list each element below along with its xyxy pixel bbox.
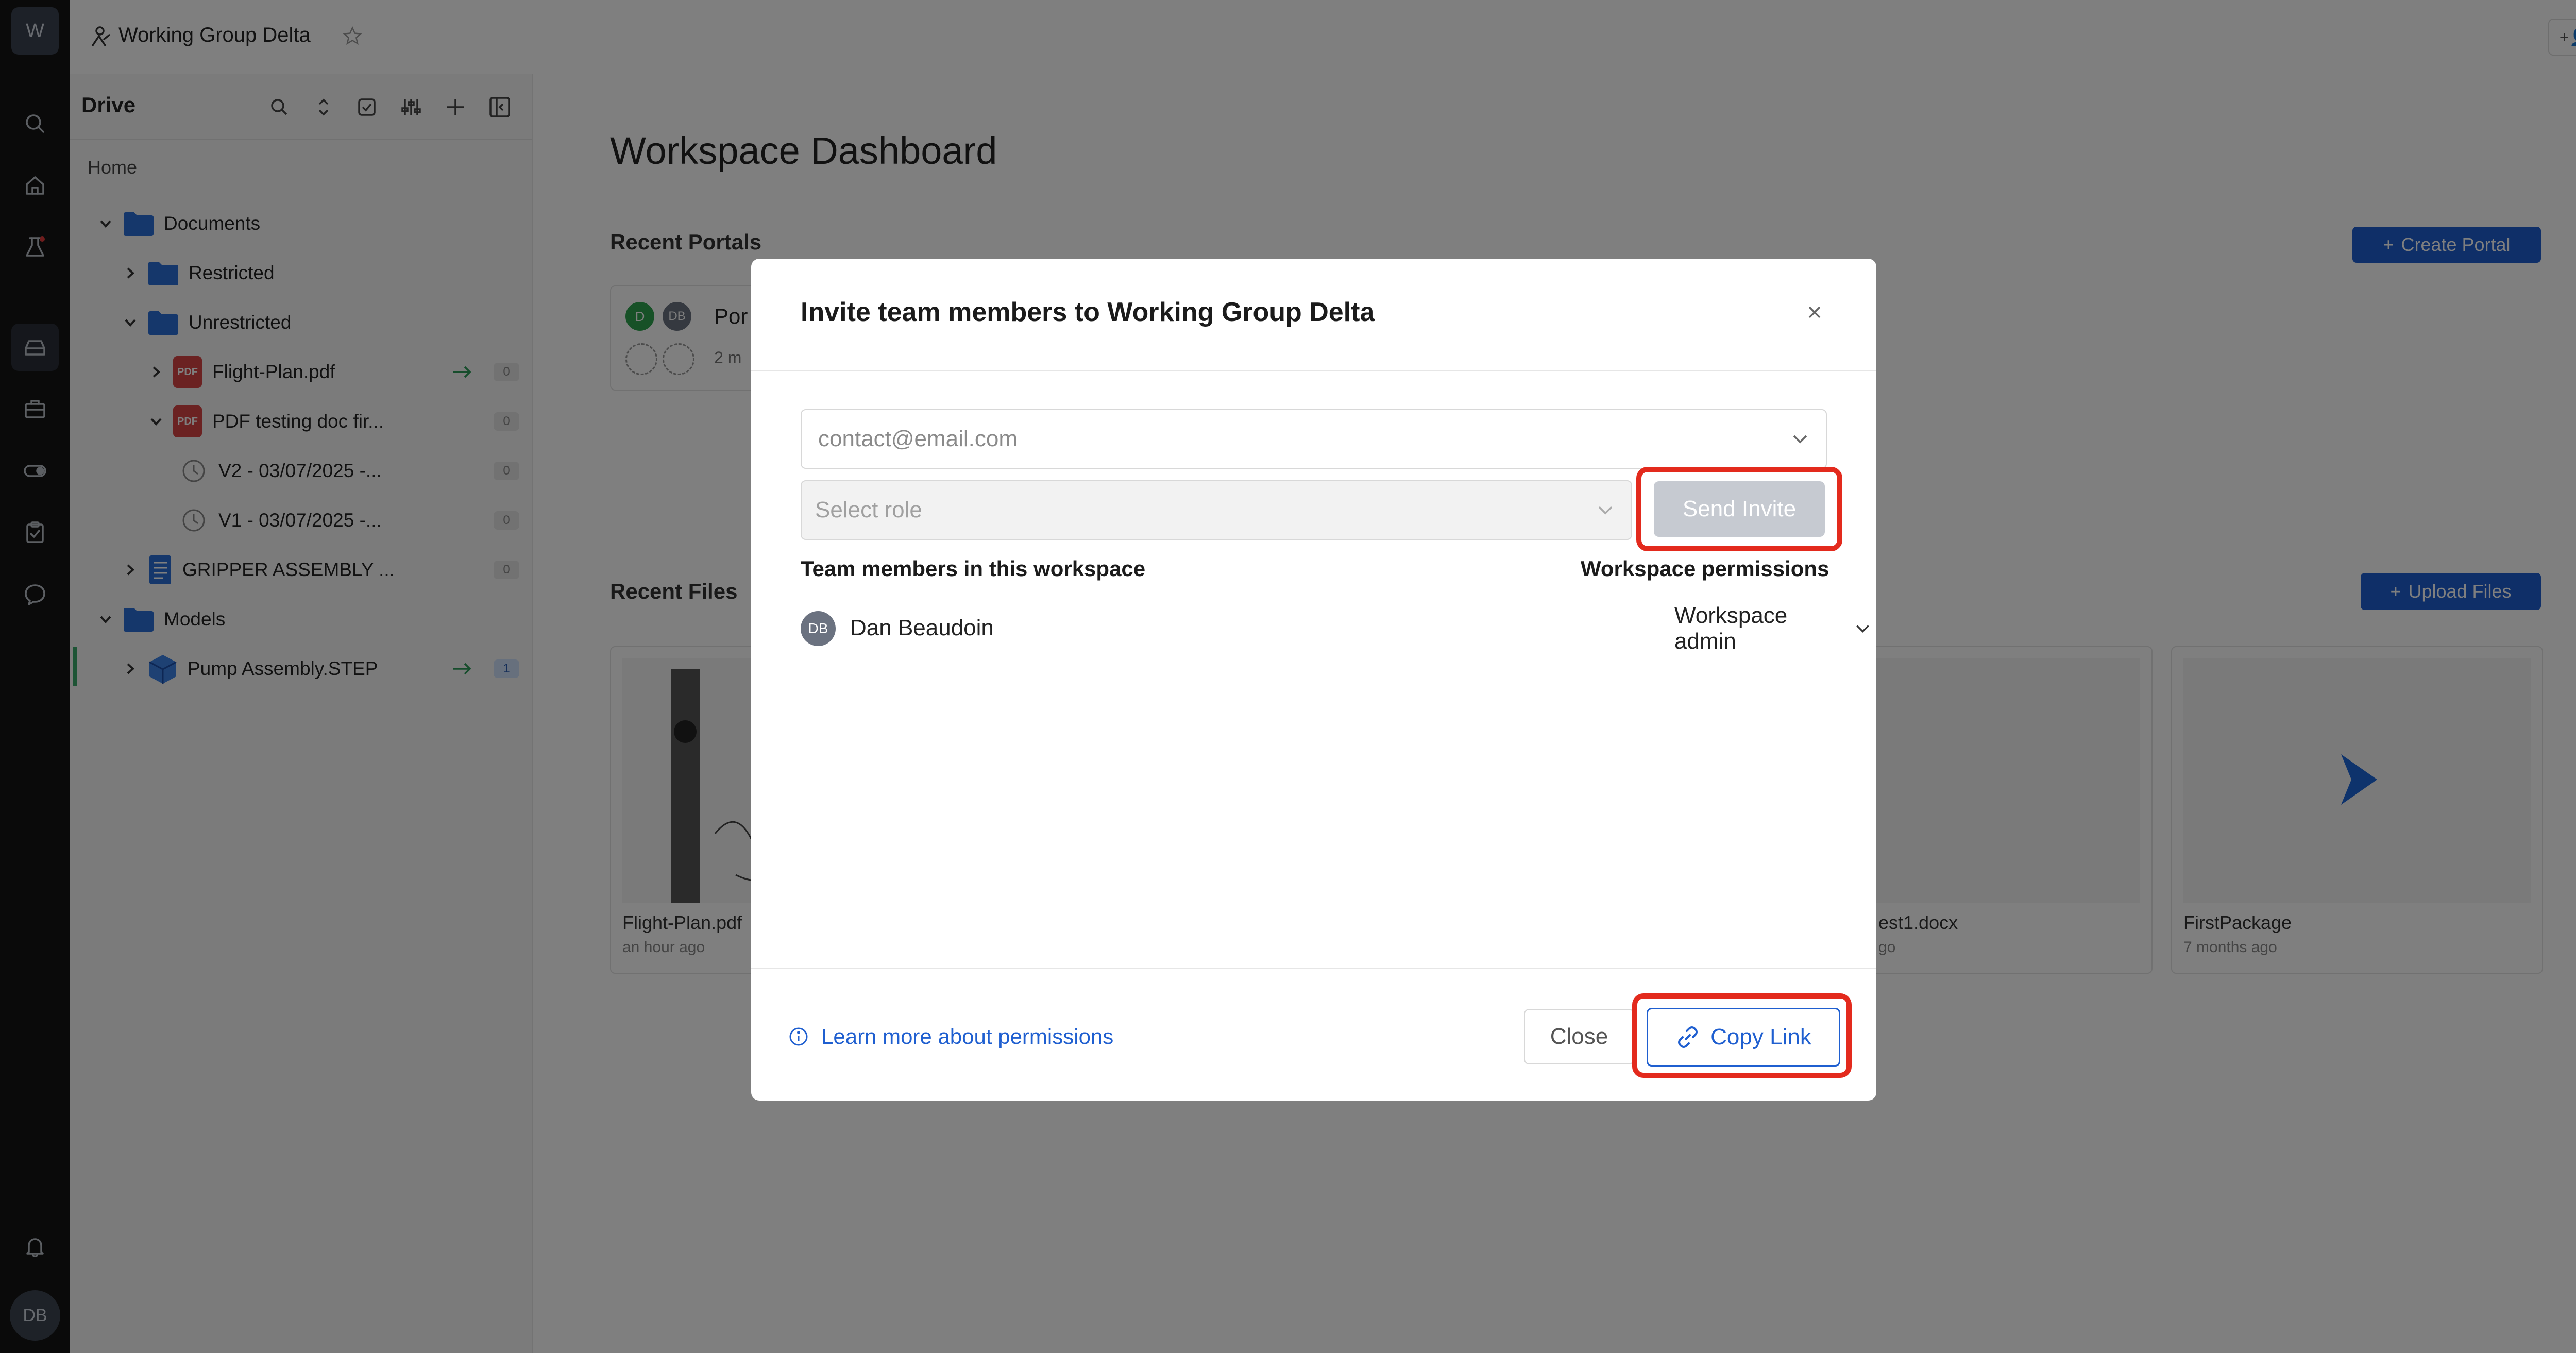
- info-icon: [789, 1027, 808, 1046]
- email-placeholder: contact@email.com: [818, 426, 1018, 451]
- highlight-copy-link: [1632, 993, 1852, 1078]
- chevron-down-icon[interactable]: [1595, 500, 1616, 520]
- chevron-down-icon[interactable]: [1853, 618, 1872, 639]
- role-select[interactable]: Select role: [801, 480, 1632, 540]
- modal-title: Invite team members to Working Group Del…: [801, 297, 1375, 327]
- chevron-down-icon[interactable]: [1790, 429, 1810, 449]
- avatar: DB: [801, 611, 836, 646]
- footer-divider: [751, 968, 1876, 969]
- learn-more-link[interactable]: Learn more about permissions: [788, 1021, 1113, 1052]
- permission-dropdown[interactable]: Workspace admin: [1674, 603, 1872, 654]
- close-button[interactable]: Close: [1524, 1009, 1634, 1064]
- invite-modal: Invite team members to Working Group Del…: [751, 259, 1876, 1101]
- permissions-header: Workspace permissions: [1581, 556, 1829, 581]
- header-divider: [751, 370, 1876, 371]
- highlight-send-invite: [1636, 467, 1842, 551]
- permission-value: Workspace admin: [1674, 603, 1788, 654]
- avatar-initials: DB: [808, 620, 828, 636]
- close-label: Close: [1550, 1024, 1608, 1049]
- role-placeholder: Select role: [815, 497, 922, 522]
- member-row: DB Dan Beaudoin Workspace admin: [801, 603, 1872, 654]
- members-header: Team members in this workspace: [801, 556, 1146, 581]
- close-icon[interactable]: [1805, 303, 1824, 322]
- email-field[interactable]: contact@email.com: [801, 409, 1827, 469]
- member-name: Dan Beaudoin: [850, 615, 994, 640]
- learn-more-label: Learn more about permissions: [821, 1024, 1114, 1048]
